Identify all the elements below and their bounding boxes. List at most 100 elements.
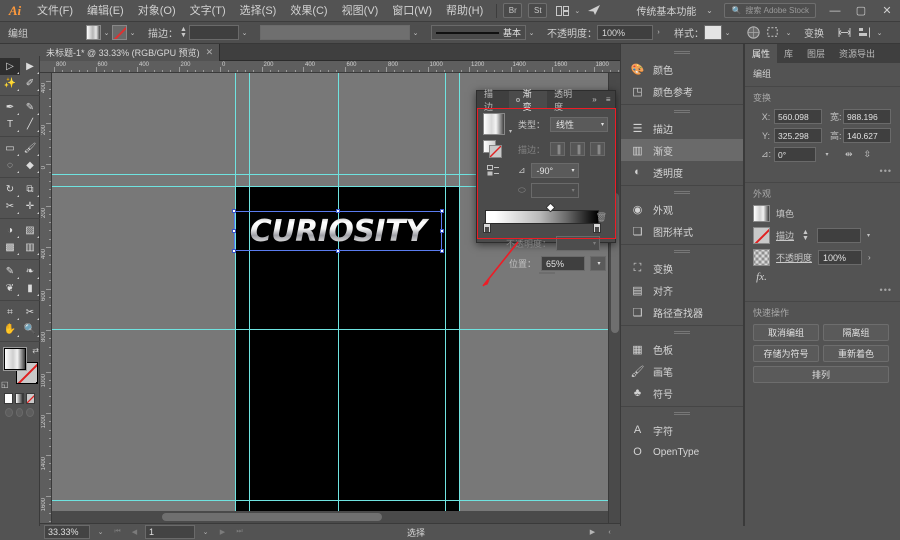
color-mode-gradient[interactable] [15,393,24,404]
gradient-slider-area[interactable]: 🗑 [483,204,609,234]
stock-search-input[interactable]: 🔍 搜索 Adobe Stock [724,3,816,18]
tab-transparency[interactable]: 透明度 [547,91,587,108]
gradient-tool[interactable]: ▥ [20,239,40,256]
reference-point-selector[interactable] [753,112,755,134]
ungroup-button[interactable]: 取消编组 [753,324,819,341]
gradient-opacity-select[interactable]: ▾ [556,236,600,251]
isolate-group-button[interactable]: 隔离组 [823,324,889,341]
free-transform-tool[interactable]: ✛ [20,198,40,215]
gradient-stop-start[interactable] [483,223,491,233]
width-tool[interactable]: ✂ [0,198,20,215]
artboard-tool[interactable]: ⌗ [0,304,20,321]
share-icon[interactable] [585,3,603,19]
paintbrush-tool[interactable]: 🖌 [20,140,40,157]
brush-definition-select[interactable]: 基本 [431,25,526,40]
shape-builder-tool[interactable]: ◑ [0,222,20,239]
minimize-button[interactable]: — [822,0,848,22]
stroke-across-button[interactable]: ▐ [590,142,605,156]
stroke-profile-chevron-down-icon[interactable]: ⌄ [410,26,421,40]
curvature-tool[interactable]: ✎ [20,99,40,116]
fill-chevron-down-icon[interactable]: ⌄ [101,26,112,40]
handle-bottom-left[interactable] [232,249,236,253]
shaper-tool[interactable]: ◌ [0,157,20,174]
panel-resize-gripper[interactable] [539,272,555,274]
fx-button[interactable]: fx. [753,271,770,283]
default-fill-stroke-icon[interactable]: ◱ [1,380,9,389]
appearance-stroke-swatch[interactable] [753,227,770,244]
magic-wand-tool[interactable]: ✨ [0,75,20,92]
recolor-artwork-icon[interactable] [743,24,763,42]
menu-help[interactable]: 帮助(H) [439,0,490,22]
appearance-opacity-label[interactable]: 不透明度 [776,251,812,264]
vertical-ruler[interactable]: 40020002004006008001000120014001600 [40,73,52,523]
select-similar-icon[interactable] [763,24,783,42]
previous-artboard-icon[interactable]: ◀ [128,525,141,539]
recolor-button[interactable]: 重新着色 [823,345,889,362]
dock-item-align[interactable]: ▤对齐 [621,279,743,301]
x-input[interactable]: 560.098 [774,109,822,124]
status-resize-icon[interactable]: ‹ [603,525,616,539]
panel-menu-icon[interactable]: ≡ [601,91,615,108]
first-artboard-icon[interactable]: ⏮ [111,525,124,539]
dock-gripper[interactable] [621,48,743,58]
pen-tool[interactable]: ✒ [0,99,20,116]
stroke-profile-select[interactable] [260,25,410,40]
eraser-tool[interactable]: ◆ [20,157,40,174]
handle-bottom-right[interactable] [440,249,444,253]
gradient-preview-swatch[interactable] [483,113,505,135]
appearance-more-options-icon[interactable]: ••• [753,285,892,295]
dock-group-gripper[interactable] [621,188,743,198]
dock-group-gripper[interactable] [621,328,743,338]
next-artboard-icon[interactable]: ▶ [216,525,229,539]
height-input[interactable]: 140.627 [843,128,891,143]
rectangle-tool[interactable]: ▭ [0,140,20,157]
zoom-tool[interactable]: 🔍 [20,321,40,338]
handle-middle-right[interactable] [440,229,444,233]
selection-tool[interactable]: ▷ [0,58,20,75]
stroke-target-swatch[interactable] [489,145,502,158]
stroke-weight-stepper[interactable]: ▲▼ [178,27,189,39]
stroke-within-button[interactable]: ▐ [550,142,565,156]
fill-gradient-swatch[interactable] [4,348,26,370]
gradient-stop-end[interactable] [593,223,601,233]
stroke-weight-chevron-down-icon[interactable]: ⌄ [239,26,250,40]
appearance-opacity-arrow[interactable]: › [868,253,871,262]
appearance-stroke-label[interactable]: 描边 [776,229,794,242]
rotation-chevron-down-icon[interactable]: ▾ [822,151,832,158]
gradient-type-select[interactable]: 线性 ▾ [550,117,608,132]
reverse-gradient-icon[interactable] [483,164,505,177]
handle-middle-left[interactable] [232,229,236,233]
menu-select[interactable]: 选择(S) [233,0,284,22]
handle-bottom-center[interactable] [336,249,340,253]
width-input[interactable]: 988.196 [843,109,891,124]
menu-type[interactable]: 文字(T) [183,0,233,22]
bridge-button[interactable]: Br [503,3,522,18]
selected-text-group[interactable]: CURIOSITY [237,213,439,249]
workspace-switcher[interactable]: 传统基本功能 [632,3,700,18]
chevron-down-icon[interactable]: ⌄ [571,3,583,19]
stroke-weight-input[interactable] [189,25,239,40]
direct-selection-tool[interactable]: ▶ [20,58,40,75]
gradient-panel[interactable]: 描边 渐变 透明度 » ≡ ▾ 类型： 线性 ▾ [476,90,616,243]
mesh-tool[interactable]: ▩ [0,239,20,256]
isolate-icon[interactable] [834,24,854,42]
draw-normal-mode[interactable] [5,408,13,417]
menu-edit[interactable]: 编辑(E) [80,0,131,22]
menu-window[interactable]: 窗口(W) [385,0,439,22]
arrange-button[interactable]: 排列 [753,366,889,383]
flip-vertical-icon[interactable]: ⇳ [864,149,872,160]
dock-item-color-guide[interactable]: ◳颜色参考 [621,80,743,102]
appearance-opacity-swatch[interactable] [753,249,770,266]
horizontal-ruler[interactable]: 8006004002000200400600800100012001400160… [40,61,620,73]
column-graph-tool[interactable]: ▮ [20,280,40,297]
gradient-aspect-select[interactable]: ▾ [531,183,579,198]
appearance-stroke-input[interactable] [817,228,861,243]
tab-layers[interactable]: 图层 [800,44,832,63]
swap-fill-stroke-icon[interactable]: ⇄ [32,346,39,355]
appearance-stroke-stepper[interactable]: ▲▼ [800,230,811,242]
artboard-chevron-down-icon[interactable]: ⌄ [199,525,212,539]
opacity-input[interactable]: 100% [597,25,653,40]
dock-item-brushes[interactable]: 🖌画笔 [621,360,743,382]
dock-item-stroke[interactable]: ☰描边 [621,117,743,139]
draw-inside-mode[interactable] [26,408,34,417]
